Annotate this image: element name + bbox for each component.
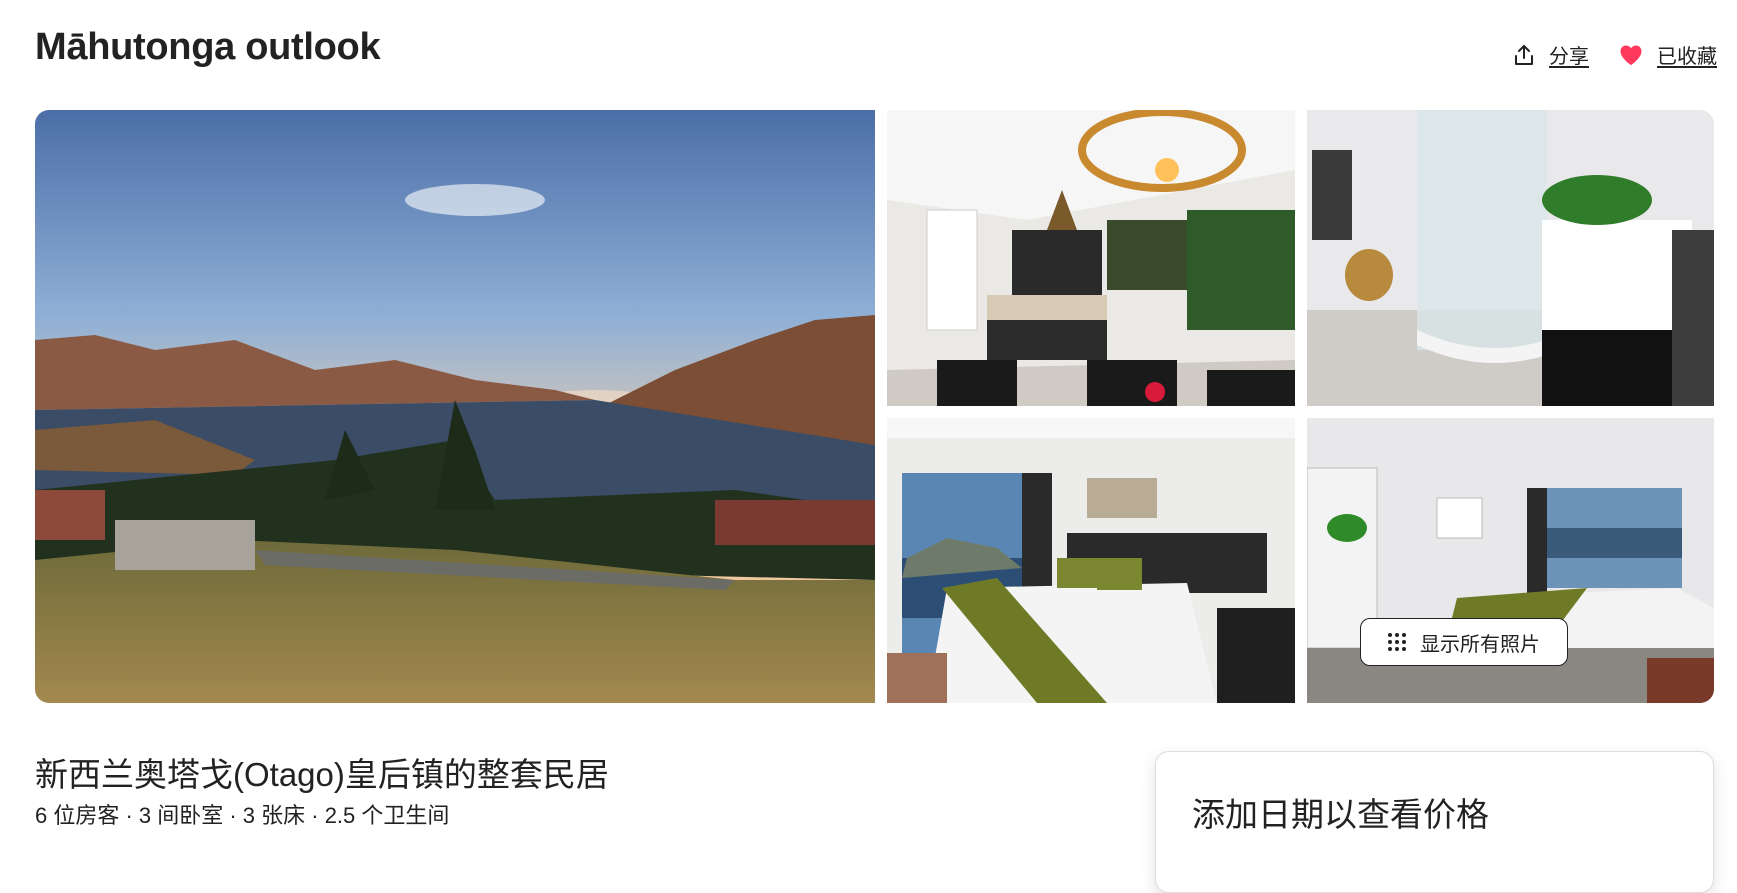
photo-bathroom[interactable] bbox=[1307, 110, 1714, 406]
photo-lake-view[interactable] bbox=[35, 110, 875, 703]
show-all-photos-button[interactable]: 显示所有照片 bbox=[1360, 618, 1568, 666]
share-label: 分享 bbox=[1549, 46, 1589, 68]
listing-subtitle: 新西兰奥塔戈(Otago)皇后镇的整套民居 bbox=[35, 756, 609, 793]
booking-card: 添加日期以查看价格 bbox=[1155, 751, 1714, 893]
photo-kitchen[interactable] bbox=[887, 110, 1295, 406]
listing-title: Māhutonga outlook bbox=[35, 26, 381, 68]
share-button[interactable]: 分享 bbox=[1513, 40, 1589, 69]
grid-dots-icon bbox=[1388, 633, 1406, 651]
listing-actions: 分享 已收藏 bbox=[1513, 40, 1717, 69]
show-all-photos-label: 显示所有照片 bbox=[1420, 633, 1540, 656]
photo-bedroom-1[interactable] bbox=[887, 418, 1295, 703]
saved-label: 已收藏 bbox=[1657, 46, 1717, 68]
booking-card-title: 添加日期以查看价格 bbox=[1192, 796, 1489, 833]
listing-details: 6 位房客 · 3 间卧室 · 3 张床 · 2.5 个卫生间 bbox=[35, 803, 450, 828]
photo-gallery: 显示所有照片 bbox=[35, 110, 1714, 703]
saved-button[interactable]: 已收藏 bbox=[1619, 40, 1717, 69]
share-icon bbox=[1513, 44, 1535, 66]
heart-icon bbox=[1619, 44, 1643, 66]
